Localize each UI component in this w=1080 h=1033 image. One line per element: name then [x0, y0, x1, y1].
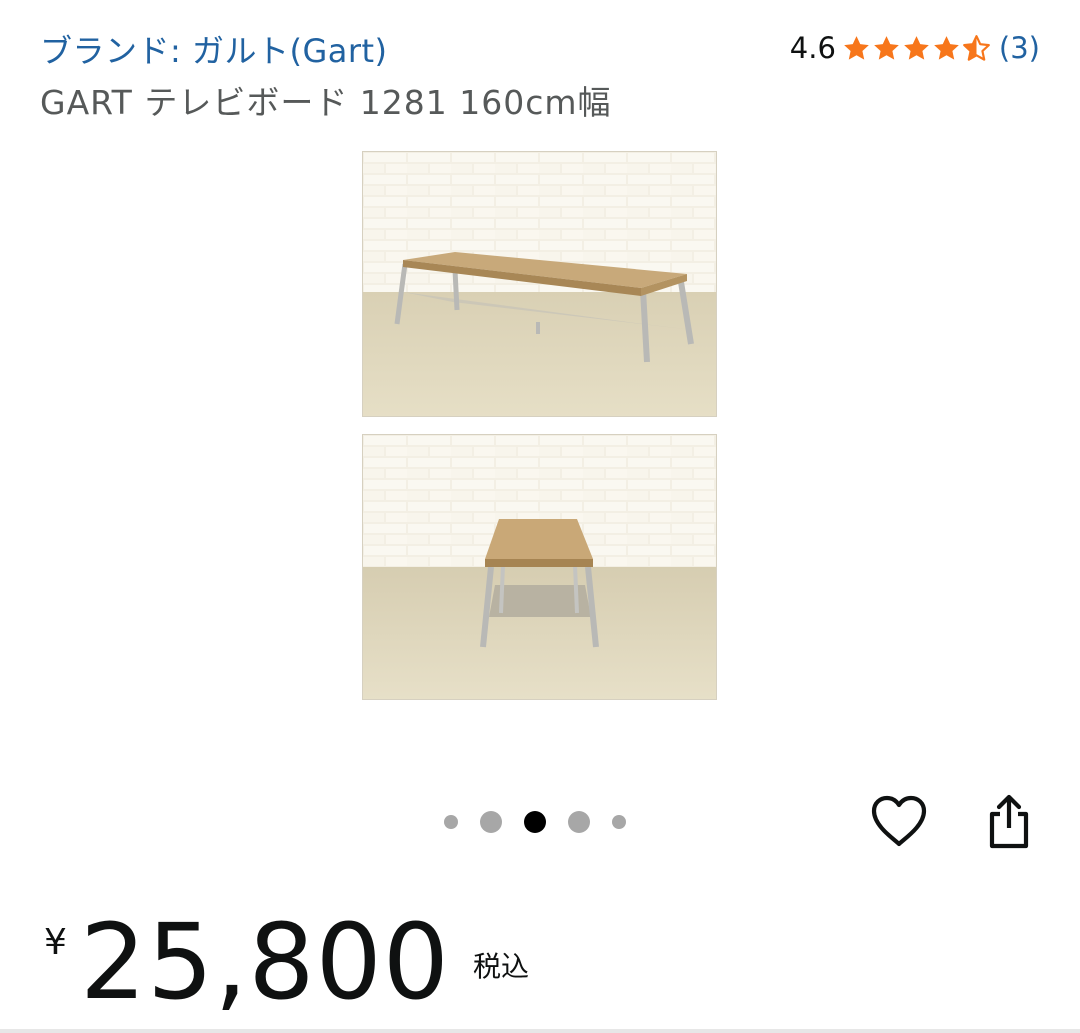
tv-board-side-view: [363, 435, 716, 699]
heart-icon: [871, 795, 927, 847]
carousel-dot[interactable]: [444, 815, 458, 829]
share-button[interactable]: [980, 790, 1038, 852]
star-full-icon: [844, 35, 869, 60]
carousel-dot[interactable]: [568, 811, 590, 833]
star-full-icon: [874, 35, 899, 60]
rating-value: 4.6: [789, 31, 836, 65]
tax-included-label: 税込: [473, 950, 530, 983]
star-rating: [842, 34, 991, 63]
wishlist-button[interactable]: [868, 790, 930, 852]
product-title: GART テレビボード 1281 160cm幅: [40, 83, 612, 122]
rating-summary[interactable]: 4.6 (3): [790, 28, 1040, 68]
rating-count-link[interactable]: (3): [999, 31, 1040, 65]
star-full-icon: [934, 35, 959, 60]
brand-link[interactable]: ブランド: ガルト(Gart): [40, 26, 388, 72]
carousel-dot[interactable]: [480, 811, 502, 833]
star-full-icon: [904, 35, 929, 60]
price-currency-symbol: ¥: [44, 922, 67, 963]
tv-board-angled-view: [363, 152, 716, 416]
product-detail-page: ブランド: ガルト(Gart) 4.6 (3) GART テレビボード 1281…: [0, 0, 1080, 1033]
product-photo-perspective[interactable]: [362, 151, 717, 417]
star-half-icon: [962, 34, 990, 61]
price-amount: 25,800: [80, 901, 450, 1023]
product-photo-side[interactable]: [362, 434, 717, 700]
carousel-dot[interactable]: [612, 815, 626, 829]
divider: [0, 1029, 1080, 1033]
share-icon: [989, 794, 1029, 849]
carousel-pagination[interactable]: [444, 808, 626, 836]
carousel-dot-active[interactable]: [524, 811, 546, 833]
